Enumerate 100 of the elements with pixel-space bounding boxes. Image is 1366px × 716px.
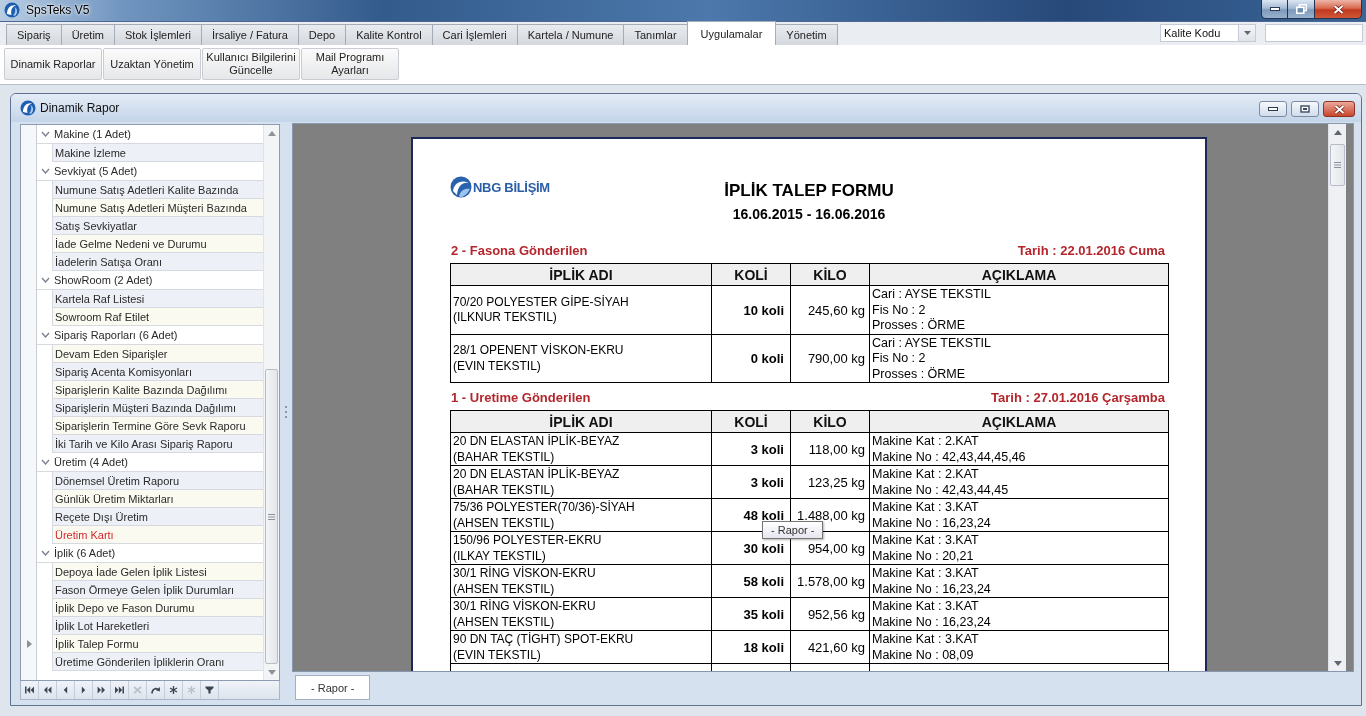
app-logo-icon bbox=[20, 100, 36, 116]
menu-tab[interactable]: Cari İşlemleri bbox=[431, 24, 518, 45]
grip-icon bbox=[1334, 162, 1341, 168]
menu-tab[interactable]: İrsaliye / Fatura bbox=[201, 24, 299, 45]
tree-item[interactable]: Reçete Dışı Üretim bbox=[52, 508, 263, 526]
table-cell: Makine Kat : 3.KAT Makine No : 20,21 bbox=[869, 531, 1169, 565]
report-title: İPLİK TALEP FORMU bbox=[724, 180, 894, 202]
ribbon-button[interactable]: Uzaktan Yönetim bbox=[103, 48, 201, 80]
table-cell: 123,25 kg bbox=[790, 465, 870, 499]
tree-item[interactable]: Makine İzleme bbox=[52, 144, 263, 162]
cross-icon bbox=[133, 686, 142, 694]
scrollbar-thumb[interactable] bbox=[1330, 144, 1345, 186]
column-header: İPLİK ADI bbox=[450, 410, 712, 433]
menu-tab[interactable]: Kalite Kontrol bbox=[345, 24, 433, 45]
restore-icon bbox=[1295, 4, 1307, 14]
ribbon-button[interactable]: Dinamik Raporlar bbox=[4, 48, 102, 80]
tree-item[interactable]: İki Tarih ve Kilo Arası Sipariş Raporu bbox=[52, 435, 263, 453]
right-arrow-icon bbox=[79, 686, 88, 694]
window-title: SpsTeks V5 bbox=[26, 2, 90, 19]
scrollbar[interactable] bbox=[263, 125, 279, 680]
section-date: Tarih : 22.01.2016 Cuma bbox=[1017, 243, 1165, 259]
menu-tab[interactable]: Tanımlar bbox=[623, 24, 688, 45]
maximize-button[interactable] bbox=[1291, 101, 1319, 117]
tree-item[interactable]: Üretim Kartı bbox=[52, 526, 263, 544]
menu-tab[interactable]: Yönetim bbox=[775, 24, 838, 45]
tree-item[interactable]: İplik Talep Formu bbox=[52, 635, 263, 653]
ribbon-button[interactable]: Kullanıcı Bilgilerini Güncelle bbox=[202, 48, 300, 80]
table-cell: 58 koli bbox=[711, 564, 791, 598]
scroll-down-arrow-icon[interactable] bbox=[267, 669, 276, 675]
column-header: AÇIKLAMA bbox=[869, 410, 1169, 433]
table-cell: 952,56 kg bbox=[790, 597, 870, 631]
menu-tab[interactable]: Uygulamalar bbox=[686, 21, 777, 45]
restore-button[interactable] bbox=[1288, 0, 1315, 19]
search-field[interactable] bbox=[1265, 24, 1363, 42]
column-header: KOLİ bbox=[711, 410, 791, 433]
ribbon-button[interactable]: Mail Programı Ayarları bbox=[301, 48, 399, 80]
swirl-logo-icon bbox=[450, 176, 472, 198]
left-arrow-icon bbox=[61, 686, 70, 694]
scroll-down-arrow-icon[interactable] bbox=[1333, 660, 1342, 666]
tree-item[interactable]: Fason Örmeye Gelen İplik Durumları bbox=[52, 581, 263, 599]
grip-icon bbox=[268, 513, 275, 520]
skip-last-icon bbox=[115, 686, 124, 694]
tree-item[interactable]: Dönemsel Üretim Raporu bbox=[52, 472, 263, 490]
report-date-range: 16.06.2015 - 16.06.2016 bbox=[732, 205, 886, 223]
tree-item[interactable]: Depoya İade Gelen İplik Listesi bbox=[52, 563, 263, 581]
section-title: 2 - Fasona Gönderilen bbox=[451, 243, 588, 259]
column-header: KİLO bbox=[790, 410, 870, 433]
tree-item[interactable]: İade Gelme Nedeni ve Durumu bbox=[52, 235, 263, 253]
menu-tab[interactable]: Kartela / Numune bbox=[516, 24, 625, 45]
table-cell: 20 DN ELASTAN İPLİK-BEYAZ (BAHAR TEKSTIL) bbox=[450, 432, 712, 466]
column-header: KOLİ bbox=[711, 263, 791, 286]
scrollbar-thumb[interactable] bbox=[265, 369, 278, 664]
minimize-icon bbox=[1268, 107, 1278, 111]
close-button[interactable] bbox=[1323, 101, 1355, 117]
menu-tab[interactable]: Üretim bbox=[60, 24, 115, 45]
tree-item[interactable]: Kartela Raf Listesi bbox=[52, 290, 263, 308]
scrollbar[interactable] bbox=[1328, 124, 1346, 671]
close-button[interactable] bbox=[1315, 0, 1362, 19]
tree-item[interactable]: Numune Satış Adetleri Kalite Bazında bbox=[52, 181, 263, 199]
tree-item[interactable]: Siparişlerin Müşteri Bazında Dağılımı bbox=[52, 399, 263, 417]
tree-item[interactable]: Numune Satış Adetleri Müşteri Bazında bbox=[52, 199, 263, 217]
scroll-up-arrow-icon[interactable] bbox=[267, 130, 276, 136]
chevron-down-icon[interactable] bbox=[41, 550, 50, 556]
tree-item[interactable]: Üretime Gönderilen İpliklerin Oranı bbox=[52, 653, 263, 671]
menu-tab[interactable]: Stok İşlemleri bbox=[114, 24, 203, 45]
asterisk-icon bbox=[169, 686, 178, 694]
table-cell: 118,00 kg bbox=[790, 432, 870, 466]
table-cell: 30/1 RİNG VİSKON-EKRU (AHSEN TEKSTIL) bbox=[450, 597, 712, 631]
table-cell: Makine Kat : 3.KAT Makine No : 16,23,24 bbox=[869, 564, 1169, 598]
menu-tab[interactable]: Sipariş bbox=[6, 24, 62, 45]
search-criteria-dropdown[interactable]: Kalite Kodu bbox=[1160, 24, 1256, 42]
table-cell: Makine Kat : 2.KAT Makine No : 42,43,44,45 bbox=[869, 465, 1169, 499]
tree-item[interactable]: Siparişlerin Termine Göre Sevk Raporu bbox=[52, 417, 263, 435]
chevron-down-icon[interactable] bbox=[41, 277, 50, 283]
chevron-down-icon[interactable] bbox=[41, 332, 50, 338]
tree-item[interactable]: Satış Sevkiyatlar bbox=[52, 217, 263, 235]
minimize-button[interactable] bbox=[1259, 101, 1287, 117]
tree-item[interactable]: Sipariş Acenta Komisyonları bbox=[52, 363, 263, 381]
menu-tab[interactable]: Depo bbox=[297, 24, 347, 45]
scroll-up-arrow-icon[interactable] bbox=[1333, 129, 1342, 135]
section-date: Tarih : 27.01.2016 Çarşamba bbox=[991, 390, 1165, 406]
chevron-down-icon[interactable] bbox=[41, 131, 50, 137]
tree-item[interactable]: Siparişlerin Kalite Bazında Dağılımı bbox=[52, 381, 263, 399]
table-cell: 245,60 kg bbox=[790, 285, 870, 334]
tree-item[interactable]: Sowroom Raf Etilet bbox=[52, 308, 263, 326]
tree-item[interactable]: İadelerin Satışa Oranı bbox=[52, 253, 263, 271]
table-cell: 790,00 kg bbox=[790, 334, 870, 383]
tooltip: - Rapor - bbox=[762, 521, 824, 539]
tree-item[interactable]: İplik Depo ve Fason Durumu bbox=[52, 599, 263, 617]
tree-item[interactable]: İplik Lot Hareketleri bbox=[52, 617, 263, 635]
child-window-title: Dinamik Rapor bbox=[40, 101, 120, 115]
minimize-button[interactable] bbox=[1261, 0, 1288, 19]
table-cell: 35 koli bbox=[711, 597, 791, 631]
chevron-down-icon[interactable] bbox=[41, 459, 50, 465]
tree-item[interactable]: Devam Eden Siparişler bbox=[52, 345, 263, 363]
caret-down-icon[interactable] bbox=[1243, 31, 1251, 35]
tree-item[interactable]: Günlük Üretim Miktarları bbox=[52, 490, 263, 508]
report-tab[interactable]: - Rapor - bbox=[295, 675, 371, 700]
chevron-down-icon[interactable] bbox=[41, 168, 50, 174]
skip-first-icon bbox=[25, 686, 34, 694]
